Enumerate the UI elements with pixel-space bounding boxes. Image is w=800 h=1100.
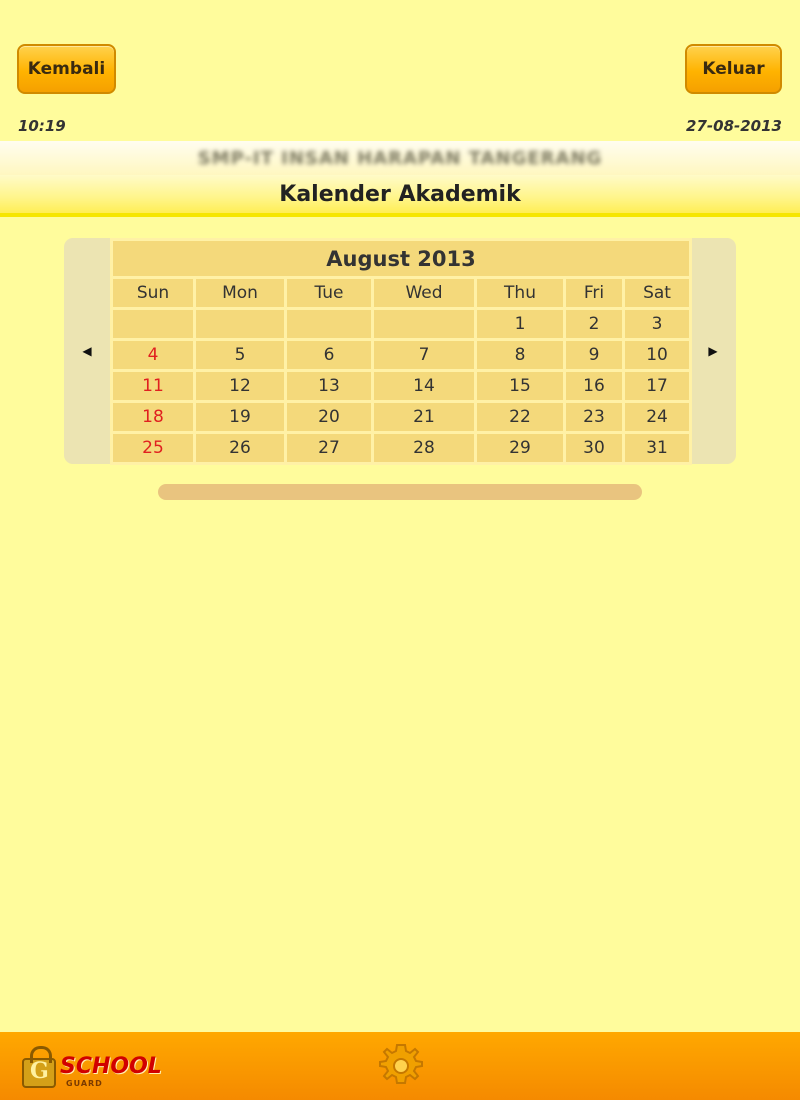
calendar-empty-cell [113, 310, 193, 338]
calendar: ◀ August 2013 Sun Mon Tue Wed Thu Fri Sat 1234… [64, 238, 736, 465]
month-label: August 2013 [113, 241, 690, 276]
calendar-day[interactable]: 26 [196, 434, 284, 462]
school-name: SMP-IT INSAN HARAPAN TANGERANG [197, 147, 603, 169]
triangle-right-icon: ▶ [708, 344, 718, 358]
calendar-day[interactable]: 1 [477, 310, 563, 338]
calendar-day[interactable]: 14 [374, 372, 474, 400]
horizontal-scrollbar[interactable] [158, 484, 642, 500]
current-time: 10:19 [18, 117, 66, 135]
calendar-day[interactable]: 25 [113, 434, 193, 462]
calendar-day[interactable]: 12 [196, 372, 284, 400]
weekday-label: Fri [566, 279, 622, 307]
weekday-header-row: Sun Mon Tue Wed Thu Fri Sat [113, 279, 690, 307]
calendar-day[interactable]: 5 [196, 341, 284, 369]
calendar-empty-cell [374, 310, 474, 338]
calendar-day[interactable]: 21 [374, 403, 474, 431]
footer-bar: G SCHOOL GUARD [0, 1032, 800, 1100]
triangle-left-icon: ◀ [82, 344, 92, 358]
prev-month-button[interactable]: ◀ [64, 238, 110, 464]
calendar-week-row: 25 26 27 28 29 30 31 [113, 434, 690, 462]
logo-text: SCHOOL [60, 1054, 162, 1079]
calendar-day[interactable]: 7 [374, 341, 474, 369]
calendar-empty-cell [196, 310, 284, 338]
calendar-day[interactable]: 23 [566, 403, 622, 431]
page-title: Kalender Akademik [0, 175, 800, 217]
calendar-day[interactable]: 20 [287, 403, 371, 431]
calendar-grid: August 2013 Sun Mon Tue Wed Thu Fri Sat 123456… [110, 238, 693, 465]
calendar-day[interactable]: 4 [113, 341, 193, 369]
calendar-day[interactable]: 31 [625, 434, 690, 462]
back-button[interactable]: Kembali [17, 44, 116, 94]
calendar-day[interactable]: 17 [625, 372, 690, 400]
calendar-day[interactable]: 11 [113, 372, 193, 400]
calendar-day[interactable]: 22 [477, 403, 563, 431]
calendar-day[interactable]: 15 [477, 372, 563, 400]
current-date: 27-08-2013 [686, 117, 782, 135]
calendar-day[interactable]: 30 [566, 434, 622, 462]
gear-icon[interactable] [377, 1040, 425, 1088]
calendar-week-row: 4 5 6 7 8 9 10 [113, 341, 690, 369]
calendar-day[interactable]: 29 [477, 434, 563, 462]
weekday-label: Thu [477, 279, 563, 307]
calendar-day[interactable]: 13 [287, 372, 371, 400]
calendar-day[interactable]: 3 [625, 310, 690, 338]
calendar-week-row: 11 12 13 14 15 16 17 [113, 372, 690, 400]
weekday-label: Wed [374, 279, 474, 307]
calendar-day[interactable]: 9 [566, 341, 622, 369]
calendar-day[interactable]: 2 [566, 310, 622, 338]
school-banner: SMP-IT INSAN HARAPAN TANGERANG [0, 141, 800, 175]
calendar-day[interactable]: 10 [625, 341, 690, 369]
calendar-day[interactable]: 28 [374, 434, 474, 462]
calendar-day[interactable]: 24 [625, 403, 690, 431]
calendar-day[interactable]: 6 [287, 341, 371, 369]
calendar-day[interactable]: 8 [477, 341, 563, 369]
logo-subtext: GUARD [66, 1079, 103, 1088]
next-month-button[interactable]: ▶ [690, 238, 736, 464]
weekday-label: Tue [287, 279, 371, 307]
calendar-week-row: 123 [113, 310, 690, 338]
calendar-week-row: 18 19 20 21 22 23 24 [113, 403, 690, 431]
weekday-label: Sat [625, 279, 690, 307]
calendar-day[interactable]: 18 [113, 403, 193, 431]
app-logo: G SCHOOL GUARD [22, 1046, 162, 1092]
weekday-label: Mon [196, 279, 284, 307]
calendar-day[interactable]: 16 [566, 372, 622, 400]
calendar-day[interactable]: 19 [196, 403, 284, 431]
calendar-day[interactable]: 27 [287, 434, 371, 462]
logo-letter: G [30, 1058, 49, 1084]
calendar-empty-cell [287, 310, 371, 338]
exit-button[interactable]: Keluar [685, 44, 782, 94]
weekday-label: Sun [113, 279, 193, 307]
